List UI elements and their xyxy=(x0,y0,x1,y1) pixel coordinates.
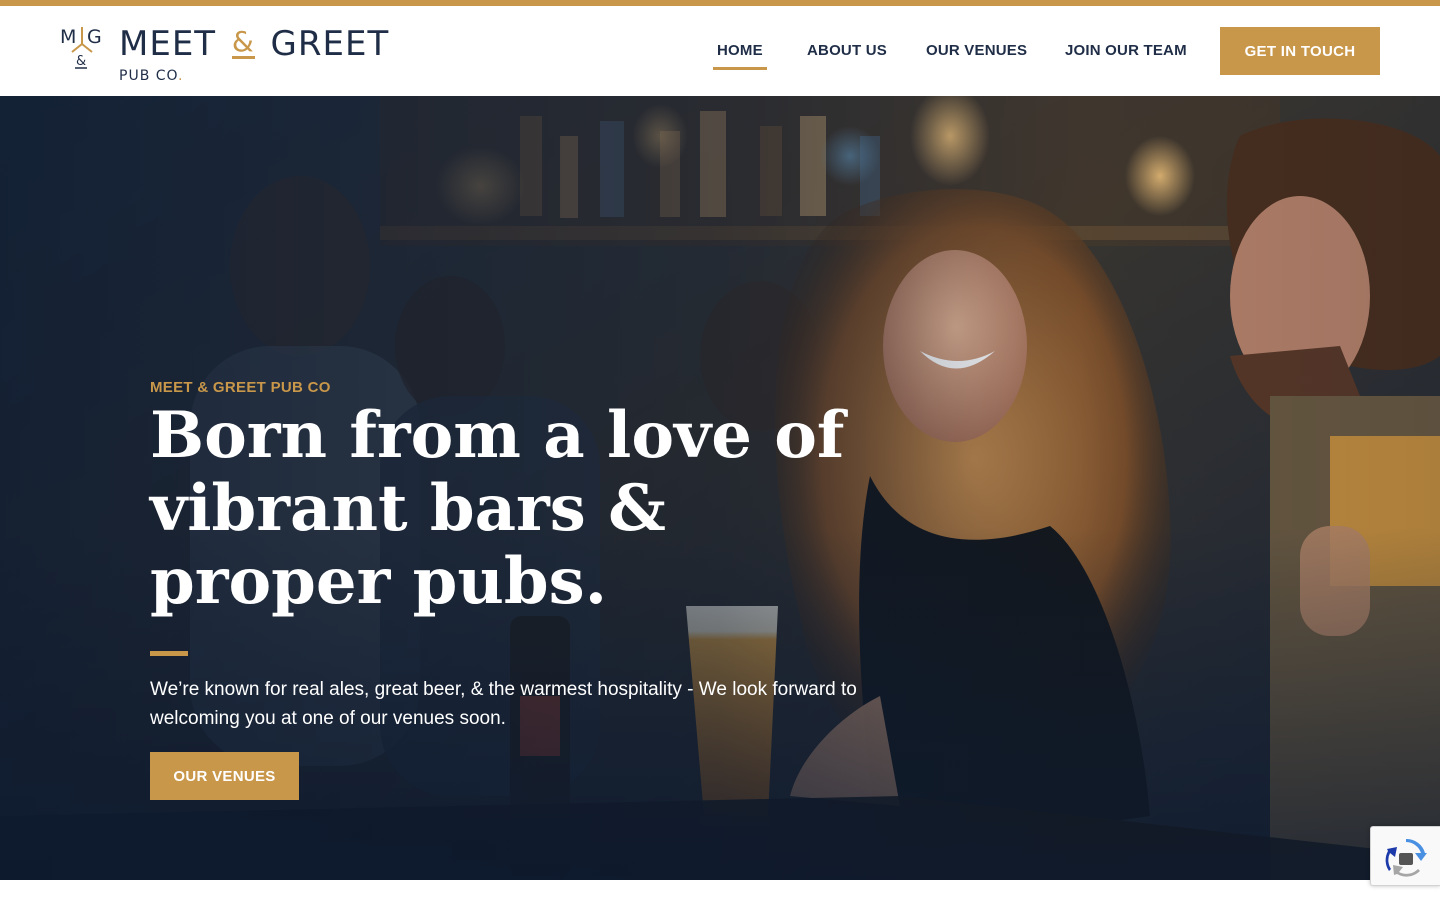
hero-description: We’re known for real ales, great beer, &… xyxy=(150,679,857,729)
recaptcha-icon xyxy=(1385,839,1427,877)
nav-home[interactable]: HOME xyxy=(713,42,767,70)
brand-subtitle-text: PUB CO xyxy=(119,68,178,84)
site-header: M G & MEET & GREET PUB CO. HOME ABOUT US… xyxy=(0,6,1440,96)
nav-our-venues[interactable]: OUR VENUES xyxy=(926,42,1027,64)
hero-section: MEET & GREET PUB CO Born from a love of … xyxy=(0,96,1440,880)
svg-text:M: M xyxy=(60,26,76,48)
recaptcha-badge[interactable] xyxy=(1370,826,1440,886)
hero-eyebrow: MEET & GREET PUB CO xyxy=(150,379,331,396)
svg-text:G: G xyxy=(87,26,102,48)
hero-divider xyxy=(150,651,188,656)
brand-subtitle-dot: . xyxy=(177,68,184,84)
get-in-touch-button[interactable]: GET IN TOUCH xyxy=(1220,27,1380,75)
our-venues-button[interactable]: OUR VENUES xyxy=(150,752,299,800)
brand-name: MEET & GREET xyxy=(119,24,389,64)
nav-about-us[interactable]: ABOUT US xyxy=(807,42,887,64)
svg-text:&: & xyxy=(76,54,86,69)
brand-name-amp: & xyxy=(231,25,255,59)
brand-subtitle: PUB CO. xyxy=(119,67,183,85)
nav-join-our-team[interactable]: JOIN OUR TEAM xyxy=(1065,42,1187,64)
site-logo[interactable]: M G & MEET & GREET PUB CO. xyxy=(58,24,388,86)
brand-name-meet: MEET xyxy=(119,24,217,64)
hero-headline: Born from a love of vibrant bars & prope… xyxy=(150,398,845,619)
monogram-icon: M G & xyxy=(60,26,102,69)
brand-name-greet: GREET xyxy=(270,24,390,64)
